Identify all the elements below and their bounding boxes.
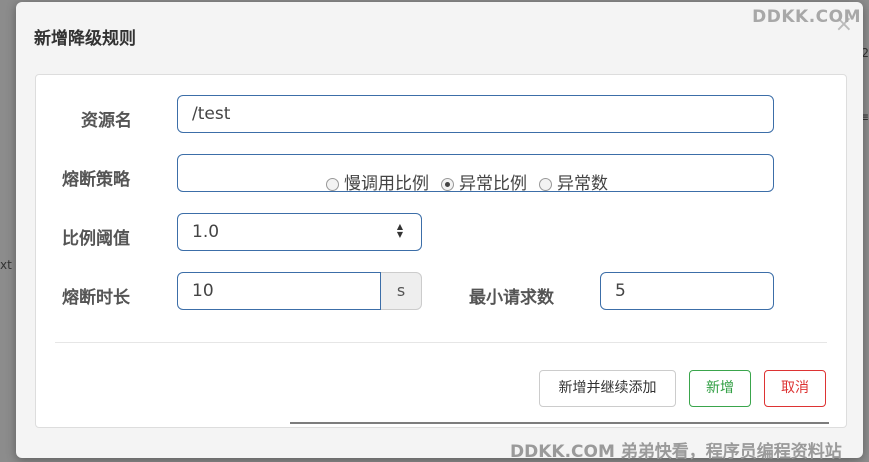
min-request-label: 最小请求数 <box>469 288 554 308</box>
degrade-rule-dialog: 新增降级规则 × DDKK.COM 资源名 /test 熔断策略 慢调用比例 异… <box>16 2 863 458</box>
radio-label: 异常比例 <box>459 174 527 194</box>
ratio-value: 1.0 <box>192 222 220 242</box>
strategy-radio-group: 慢调用比例 异常比例 异常数 <box>177 154 774 194</box>
resource-label: 资源名 <box>81 111 132 131</box>
spinner-icon[interactable]: ▲ ▼ <box>397 223 403 239</box>
min-request-input[interactable]: 5 <box>600 272 774 310</box>
add-and-continue-button[interactable]: 新增并继续添加 <box>539 370 676 407</box>
form-panel: 资源名 /test 熔断策略 慢调用比例 异常比例 异常数 比例阈值 1.0 ▲… <box>35 74 847 428</box>
duration-label: 熔断时长 <box>62 288 130 308</box>
radio-checked-icon[interactable] <box>441 177 454 191</box>
dialog-title: 新增降级规则 <box>34 29 136 49</box>
radio-error-ratio[interactable]: 异常比例 <box>441 166 527 202</box>
ratio-label: 比例阈值 <box>62 229 130 249</box>
duration-input[interactable]: 10 <box>177 272 381 310</box>
divider <box>55 342 827 343</box>
strategy-label: 熔断策略 <box>62 170 130 190</box>
watermark-top: DDKK.COM <box>752 7 861 27</box>
radio-label: 异常数 <box>557 174 608 194</box>
bottom-strip <box>290 422 829 424</box>
ratio-input[interactable]: 1.0 ▲ ▼ <box>177 213 422 251</box>
add-button[interactable]: 新增 <box>689 370 751 407</box>
radio-label: 慢调用比例 <box>344 174 429 194</box>
duration-unit: s <box>381 272 422 310</box>
radio-slow-ratio[interactable]: 慢调用比例 <box>326 166 429 202</box>
resource-input[interactable]: /test <box>177 95 774 133</box>
cancel-button[interactable]: 取消 <box>764 370 826 407</box>
radio-icon[interactable] <box>326 177 339 191</box>
watermark-bottom: DDKK.COM 弟弟快看，程序员编程资料站 <box>510 442 842 462</box>
background-text: xt <box>0 258 12 272</box>
radio-error-count[interactable]: 异常数 <box>539 166 608 202</box>
radio-icon[interactable] <box>539 177 552 191</box>
